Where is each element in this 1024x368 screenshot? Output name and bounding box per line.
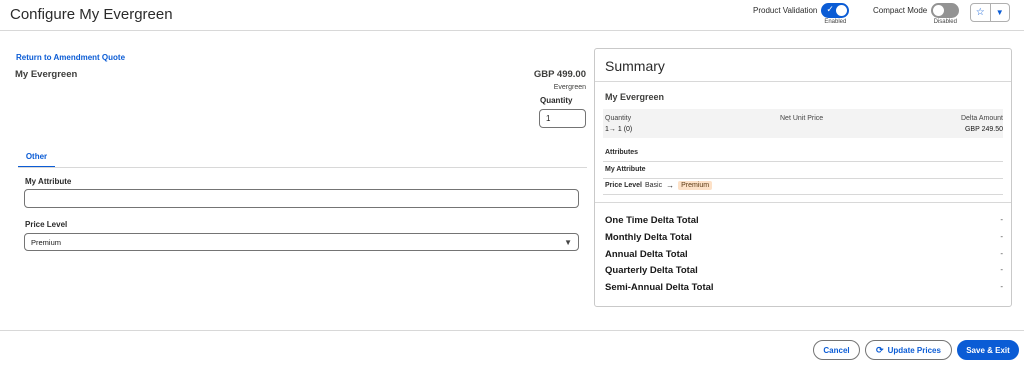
update-prices-label: Update Prices bbox=[887, 345, 941, 355]
delta-total-value: - bbox=[1000, 232, 1003, 241]
delta-total-value: - bbox=[1000, 249, 1003, 258]
attributes-heading: Attributes bbox=[605, 149, 639, 156]
col-delta-amount: Delta Amount bbox=[960, 115, 1003, 122]
save-exit-button[interactable]: Save & Exit bbox=[957, 340, 1019, 360]
price-type: Evergreen bbox=[553, 84, 586, 91]
quantity-label: Quantity bbox=[540, 96, 573, 105]
my-attribute-input[interactable] bbox=[24, 189, 579, 208]
summary-divider bbox=[603, 161, 1003, 162]
col-net-unit-price: Net Unit Price bbox=[780, 115, 824, 122]
summary-divider bbox=[595, 202, 1011, 203]
refresh-icon: ⟳ bbox=[876, 344, 884, 355]
compact-mode-label: Compact Mode bbox=[873, 6, 928, 15]
summary-price-level-label: Price Level bbox=[605, 182, 642, 189]
product-name: My Evergreen bbox=[15, 69, 78, 80]
summary-divider bbox=[603, 194, 1003, 195]
cancel-button[interactable]: Cancel bbox=[813, 340, 860, 360]
update-prices-button[interactable]: ⟳ Update Prices bbox=[865, 340, 952, 360]
price-level-selected-value: Premium bbox=[31, 238, 62, 247]
page-header: Configure My Evergreen Product Validatio… bbox=[0, 0, 1024, 31]
summary-divider bbox=[595, 81, 1011, 82]
summary-panel: Summary My Evergreen Quantity Net Unit P… bbox=[594, 48, 1012, 307]
summary-product-name: My Evergreen bbox=[605, 92, 665, 102]
compact-mode-toggle[interactable] bbox=[931, 3, 960, 18]
delta-total-row: Monthly Delta Total - bbox=[605, 232, 1003, 243]
toggle-knob bbox=[933, 5, 945, 16]
compact-mode-state: Disabled bbox=[933, 19, 957, 25]
price-level-label: Price Level bbox=[25, 220, 68, 229]
product-validation-toggle[interactable]: ✓ bbox=[821, 3, 850, 18]
quantity-input[interactable] bbox=[539, 109, 586, 128]
price-level-select[interactable]: Premium ▼ bbox=[24, 233, 579, 251]
compact-mode-toggle-group: Compact Mode Disabled bbox=[873, 3, 960, 25]
delta-total-value: - bbox=[1000, 282, 1003, 291]
delta-total-value: - bbox=[1000, 265, 1003, 274]
delta-total-row: Annual Delta Total - bbox=[605, 249, 1003, 260]
caret-down-icon: ▼ bbox=[564, 238, 572, 247]
delta-total-label: Quarterly Delta Total bbox=[605, 265, 698, 276]
check-icon: ✓ bbox=[826, 4, 834, 14]
summary-price-level-row: Price Level Basic → Premium bbox=[605, 181, 713, 190]
return-to-amendment-quote-link[interactable]: Return to Amendment Quote bbox=[16, 53, 125, 62]
toggle-knob bbox=[836, 5, 848, 16]
favorites-button-group: ☆ ▼ bbox=[970, 3, 1010, 22]
caret-down-icon[interactable]: ▼ bbox=[991, 4, 1010, 21]
delta-total-row: Quarterly Delta Total - bbox=[605, 265, 1003, 276]
arrow-right-icon: → bbox=[608, 126, 616, 133]
delta-total-value: - bbox=[1000, 215, 1003, 224]
delta-total-row: Semi-Annual Delta Total - bbox=[605, 282, 1003, 293]
summary-title: Summary bbox=[605, 58, 665, 74]
quantity-to: 1 (0) bbox=[617, 126, 633, 133]
price-level-new-badge: Premium bbox=[678, 181, 713, 190]
summary-divider bbox=[603, 178, 1003, 179]
arrow-right-icon: → bbox=[666, 181, 675, 190]
delta-total-row: One Time Delta Total - bbox=[605, 215, 1003, 226]
delta-total-label: Semi-Annual Delta Total bbox=[605, 282, 714, 293]
summary-line-table: Quantity Net Unit Price Delta Amount 1→ … bbox=[603, 109, 1003, 138]
my-attribute-label: My Attribute bbox=[25, 177, 72, 186]
product-validation-state: Enabled bbox=[824, 19, 847, 25]
delta-total-label: One Time Delta Total bbox=[605, 215, 699, 226]
product-price: GBP 499.00 bbox=[533, 69, 586, 80]
col-quantity: Quantity bbox=[605, 115, 632, 122]
price-level-old: Basic bbox=[644, 182, 663, 189]
delta-total-label: Annual Delta Total bbox=[605, 249, 688, 260]
quantity-change: 1→ 1 (0) bbox=[605, 126, 632, 133]
product-validation-label: Product Validation bbox=[753, 6, 818, 15]
page-title: Configure My Evergreen bbox=[10, 6, 173, 23]
tab-divider bbox=[18, 167, 587, 168]
delta-total-label: Monthly Delta Total bbox=[605, 232, 692, 243]
product-validation-toggle-group: Product Validation ✓ Enabled bbox=[753, 3, 850, 25]
delta-amount-value: GBP 249.50 bbox=[964, 126, 1003, 133]
summary-my-attribute: My Attribute bbox=[605, 166, 646, 173]
tab-other[interactable]: Other bbox=[18, 148, 55, 168]
footer-divider bbox=[0, 330, 1024, 331]
star-icon[interactable]: ☆ bbox=[971, 4, 991, 21]
